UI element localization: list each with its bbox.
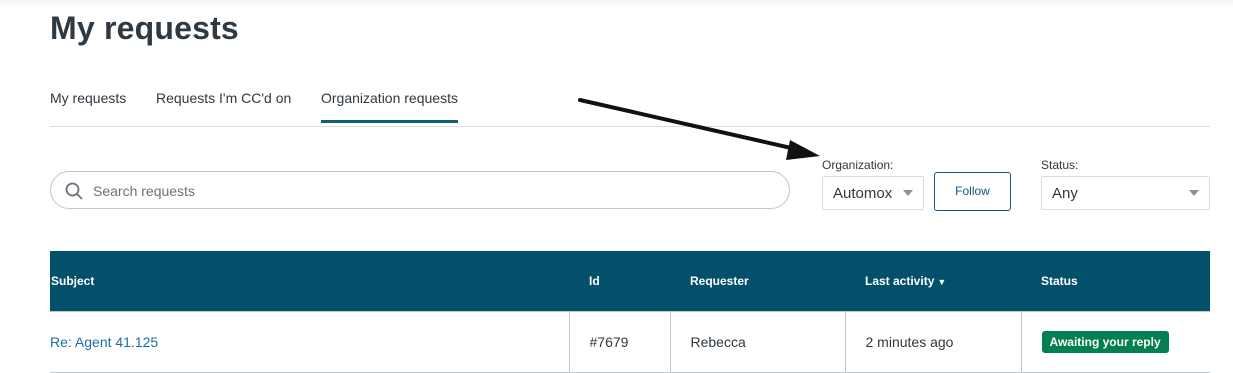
column-header-last-activity-label: Last activity (865, 274, 935, 288)
organization-select[interactable]: Automox (822, 176, 924, 210)
status-badge: Awaiting your reply (1041, 331, 1169, 353)
table-header-row: Subject Id Requester Last activity ▼ Stat… (50, 251, 1210, 312)
request-last-activity: 2 minutes ago (844, 311, 1022, 373)
follow-button[interactable]: Follow (934, 172, 1011, 211)
status-value: Any (1052, 185, 1078, 202)
column-header-id[interactable]: Id (569, 251, 670, 312)
column-header-status[interactable]: Status (1021, 251, 1210, 312)
sort-desc-icon: ▼ (937, 277, 947, 287)
requests-table: Subject Id Requester Last activity ▼ Stat… (50, 251, 1210, 373)
request-requester: Rebecca (669, 311, 846, 373)
status-select[interactable]: Any (1041, 176, 1210, 210)
request-id: #7679 (568, 311, 671, 373)
status-label: Status: (1041, 158, 1079, 172)
organization-value: Automox (833, 185, 893, 202)
chevron-down-icon (1189, 190, 1199, 196)
organization-label: Organization: (822, 158, 894, 172)
request-subject-link[interactable]: Re: Agent 41.125 (50, 334, 158, 350)
table-row: Re: Agent 41.125 #7679 Rebecca 2 minutes… (50, 311, 1210, 373)
column-header-requester[interactable]: Requester (670, 251, 845, 312)
chevron-down-icon (903, 190, 913, 196)
column-header-subject[interactable]: Subject (50, 251, 569, 312)
column-header-last-activity[interactable]: Last activity ▼ (845, 251, 1021, 312)
